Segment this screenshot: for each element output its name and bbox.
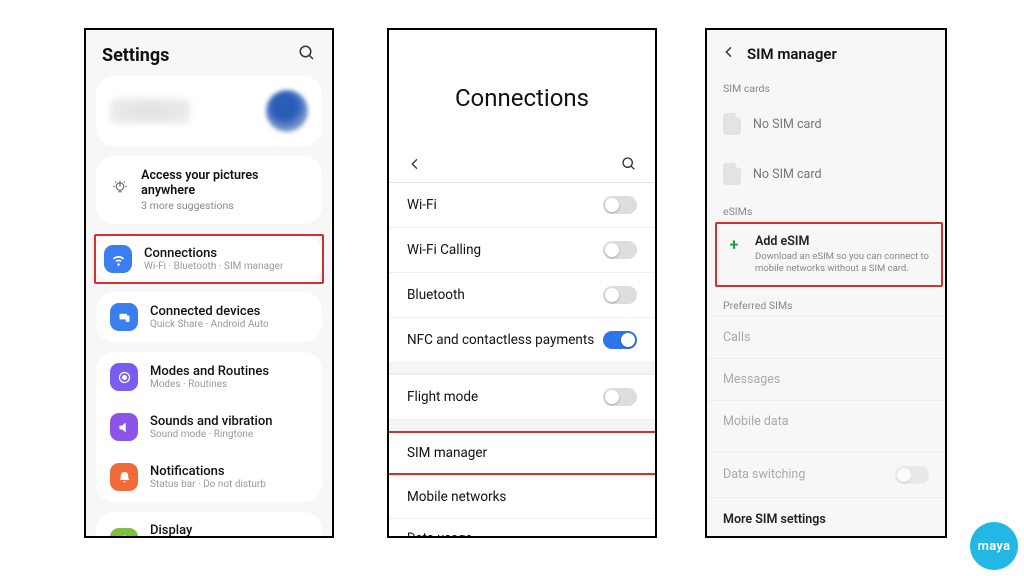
display-icon <box>110 528 138 539</box>
avatar <box>266 90 308 132</box>
settings-item-display[interactable]: Display Brightness · Eye comfort shield … <box>96 512 322 538</box>
search-icon[interactable] <box>621 156 637 176</box>
row-label: Wi-Fi <box>407 197 437 213</box>
item-title: Connected devices <box>150 304 269 319</box>
item-sub: Wi-Fi · Bluetooth · SIM manager <box>144 261 283 272</box>
toggle-wifi-calling[interactable] <box>603 241 637 259</box>
sim-label: No SIM card <box>753 167 822 182</box>
toggle-nfc[interactable] <box>603 331 637 349</box>
item-title: Display <box>150 523 308 538</box>
row-label: Mobile networks <box>407 489 506 505</box>
watermark-logo: maya <box>970 522 1018 570</box>
row-label: Flight mode <box>407 389 478 405</box>
connections-screen: Connections Wi-Fi Wi-Fi Calling Bluetoot… <box>387 28 657 538</box>
lightbulb-icon <box>110 179 129 201</box>
sim-icon <box>723 163 741 185</box>
profile-card[interactable] <box>96 76 322 146</box>
back-icon[interactable] <box>721 44 737 64</box>
item-sub: Sound mode · Ringtone <box>150 429 272 440</box>
add-esim-sub: Download an eSIM so you can connect to m… <box>755 251 933 275</box>
row-wifi-calling[interactable]: Wi-Fi Calling <box>389 227 655 272</box>
row-sim-manager[interactable]: SIM manager <box>389 433 657 473</box>
suggestion-card[interactable]: Access your pictures anywhere 3 more sug… <box>96 156 322 224</box>
toggle-flight[interactable] <box>603 388 637 406</box>
settings-item-connections[interactable]: Connections Wi-Fi · Bluetooth · SIM mana… <box>96 236 322 282</box>
sim-slot-1[interactable]: No SIM card <box>707 99 945 149</box>
row-wifi[interactable]: Wi-Fi <box>389 182 655 227</box>
sim-header: SIM manager <box>707 30 945 76</box>
section-preferred: Preferred SIMs <box>707 293 945 316</box>
settings-screen: Settings Access your pictures anywhere 3… <box>84 28 334 538</box>
sound-icon <box>110 413 138 441</box>
highlight-add-esim: + Add eSIM Download an eSIM so you can c… <box>715 222 943 287</box>
section-sim-cards: SIM cards <box>707 76 945 99</box>
pref-calls[interactable]: Calls <box>707 316 945 358</box>
plus-icon: + <box>725 235 743 253</box>
bell-icon <box>110 463 138 491</box>
back-icon[interactable] <box>407 156 423 176</box>
highlight-sim-manager: SIM manager <box>387 431 657 475</box>
settings-item-sounds[interactable]: Sounds and vibration Sound mode · Ringto… <box>96 402 322 452</box>
item-sub: Status bar · Do not disturb <box>150 479 266 490</box>
add-esim-title: Add eSIM <box>755 234 933 249</box>
settings-item-notifications[interactable]: Notifications Status bar · Do not distur… <box>96 452 322 502</box>
row-more-sim-settings[interactable]: More SIM settings <box>707 497 945 538</box>
settings-item-modes[interactable]: Modes and Routines Modes · Routines <box>96 352 322 402</box>
toggle-wifi[interactable] <box>603 196 637 214</box>
row-nfc[interactable]: NFC and contactless payments <box>389 317 655 362</box>
pref-mobile-data[interactable]: Mobile data <box>707 400 945 442</box>
row-label: SIM manager <box>407 445 487 461</box>
row-label: Data switching <box>723 467 805 482</box>
wifi-icon <box>104 245 132 273</box>
page-title: Settings <box>102 45 169 66</box>
item-title: Notifications <box>150 464 266 479</box>
section-esims: eSIMs <box>707 199 945 222</box>
nav-bar <box>389 156 655 182</box>
row-label: Bluetooth <box>407 287 465 303</box>
item-title: Connections <box>144 246 283 261</box>
modes-icon <box>110 363 138 391</box>
settings-item-connected-devices[interactable]: Connected devices Quick Share · Android … <box>96 292 322 342</box>
row-data-switching[interactable]: Data switching <box>707 452 945 497</box>
profile-name-redacted <box>110 98 190 124</box>
pref-messages[interactable]: Messages <box>707 358 945 400</box>
section-gap <box>707 442 945 452</box>
sim-slot-2[interactable]: No SIM card <box>707 149 945 199</box>
add-esim-row[interactable]: + Add eSIM Download an eSIM so you can c… <box>717 226 941 283</box>
item-title: Modes and Routines <box>150 364 269 379</box>
toggle-bluetooth[interactable] <box>603 286 637 304</box>
item-sub: Quick Share · Android Auto <box>150 319 269 330</box>
item-title: Sounds and vibration <box>150 414 272 429</box>
section-gap <box>389 419 655 431</box>
row-label: NFC and contactless payments <box>407 332 594 348</box>
sim-icon <box>723 113 741 135</box>
sim-label: No SIM card <box>753 117 822 132</box>
item-sub: Modes · Routines <box>150 379 269 390</box>
page-title: Connections <box>389 30 655 156</box>
suggestion-sub: 3 more suggestions <box>141 199 308 212</box>
highlight-connections: Connections Wi-Fi · Bluetooth · SIM mana… <box>94 234 324 284</box>
toggle-data-switching[interactable] <box>895 466 929 484</box>
settings-header: Settings <box>86 30 332 76</box>
row-mobile-networks[interactable]: Mobile networks <box>389 475 655 518</box>
search-icon[interactable] <box>298 44 316 66</box>
suggestion-title: Access your pictures anywhere <box>141 168 308 198</box>
row-cutoff: Data usage <box>389 518 655 538</box>
sim-manager-screen: SIM manager SIM cards No SIM card No SIM… <box>705 28 947 538</box>
row-bluetooth[interactable]: Bluetooth <box>389 272 655 317</box>
section-gap <box>389 362 655 374</box>
devices-icon <box>110 303 138 331</box>
row-flight-mode[interactable]: Flight mode <box>389 374 655 419</box>
row-label: Wi-Fi Calling <box>407 242 481 258</box>
page-title: SIM manager <box>747 45 837 63</box>
